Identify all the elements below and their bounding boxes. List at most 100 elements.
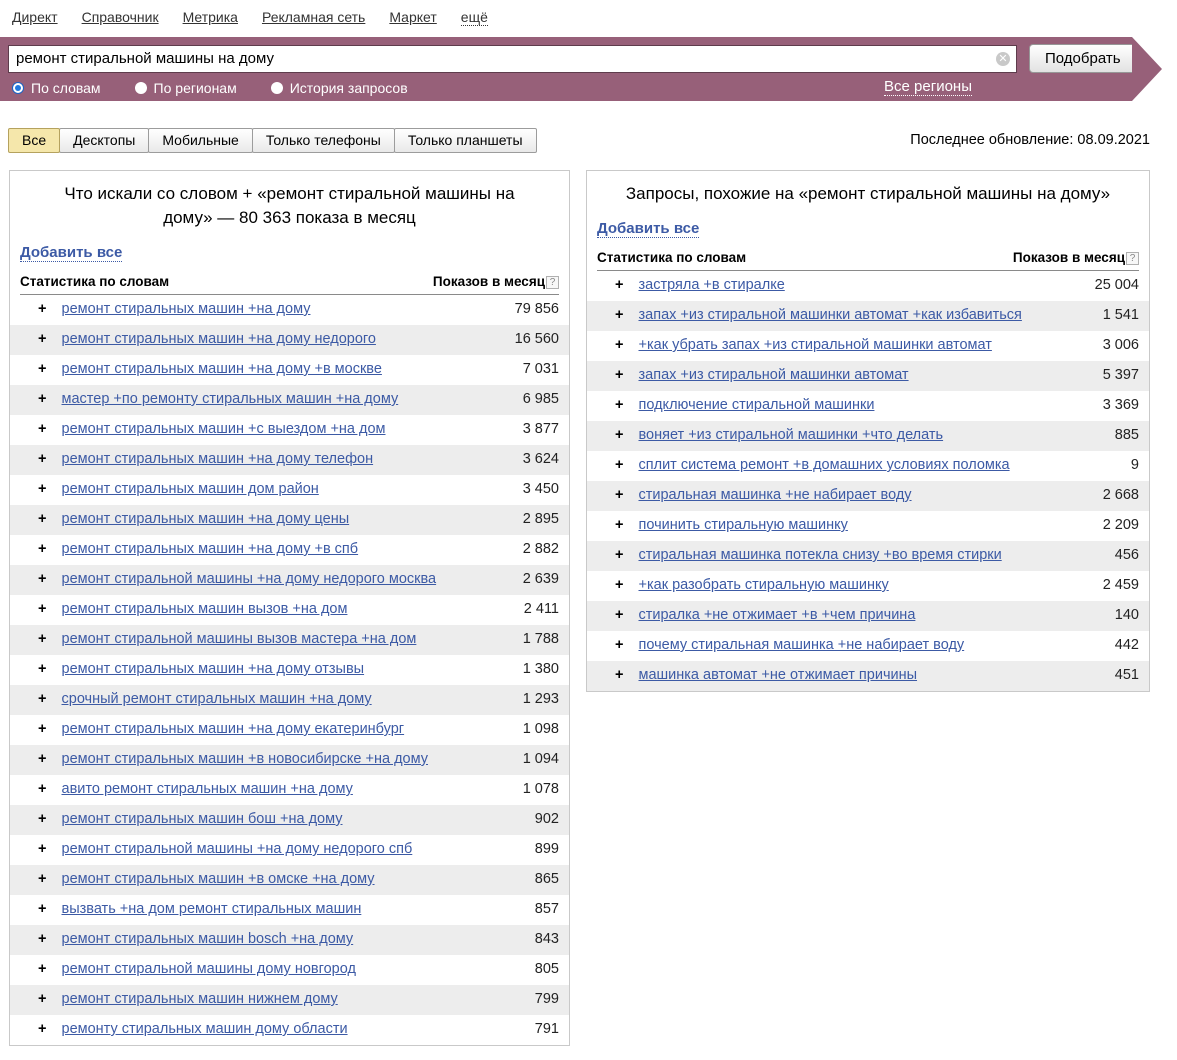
keyword-link[interactable]: починить стиральную машинку (639, 517, 848, 533)
keyword-link[interactable]: ремонт стиральных машин +на дому (62, 301, 311, 317)
add-keyword-button[interactable]: + (615, 367, 623, 383)
mode-by-words[interactable]: По словам (12, 80, 101, 96)
add-keyword-button[interactable]: + (38, 751, 46, 767)
add-keyword-button[interactable]: + (38, 571, 46, 587)
add-keyword-button[interactable]: + (38, 841, 46, 857)
add-keyword-button[interactable]: + (38, 451, 46, 467)
add-keyword-button[interactable]: + (38, 811, 46, 827)
tab-all[interactable]: Все (8, 128, 61, 153)
keyword-link[interactable]: воняет +из стиральной машинки +что делат… (639, 427, 944, 443)
add-keyword-button[interactable]: + (615, 607, 623, 623)
mode-history[interactable]: История запросов (270, 80, 408, 96)
add-keyword-button[interactable]: + (615, 487, 623, 503)
keyword-link[interactable]: запах +из стиральной машинки автомат +ка… (639, 307, 1022, 323)
add-keyword-button[interactable]: + (615, 427, 623, 443)
keyword-link[interactable]: сплит система ремонт +в домашних условия… (639, 457, 1010, 473)
keyword-link[interactable]: ремонт стиральной машины +на дому недоро… (62, 571, 437, 587)
add-keyword-button[interactable]: + (38, 421, 46, 437)
keyword-link[interactable]: ремонт стиральных машин +на дому +в моск… (62, 361, 382, 377)
add-keyword-button[interactable]: + (38, 331, 46, 347)
keyword-link[interactable]: ремонт стиральных машин +на дому недорог… (62, 331, 376, 347)
keyword-link[interactable]: запах +из стиральной машинки автомат (639, 367, 909, 383)
keyword-link[interactable]: ремонт стиральных машин вызов +на дом (62, 601, 348, 617)
submit-button[interactable]: Подобрать (1029, 44, 1137, 73)
radio-icon[interactable] (270, 82, 283, 94)
keyword-link[interactable]: ремонт стиральных машин бош +на дому (62, 811, 343, 827)
add-keyword-button[interactable]: + (38, 781, 46, 797)
add-keyword-button[interactable]: + (615, 547, 623, 563)
add-keyword-button[interactable]: + (38, 1021, 46, 1037)
keyword-link[interactable]: авито ремонт стиральных машин +на дому (62, 781, 353, 797)
nav-link-market[interactable]: Маркет (389, 9, 436, 26)
keyword-link[interactable]: ремонт стиральных машин bosch +на дому (62, 931, 354, 947)
keyword-link[interactable]: ремонт стиральных машин +на дому телефон (62, 451, 374, 467)
keyword-link[interactable]: почему стиральная машинка +не набирает в… (639, 637, 965, 653)
nav-link-ad-network[interactable]: Рекламная сеть (262, 9, 365, 26)
add-keyword-button[interactable]: + (615, 277, 623, 293)
add-keyword-button[interactable]: + (38, 901, 46, 917)
keyword-link[interactable]: ремонт стиральных машин +в новосибирске … (62, 751, 429, 767)
add-keyword-button[interactable]: + (615, 307, 623, 323)
keyword-link[interactable]: ремонт стиральных машин +на дому екатери… (62, 721, 405, 737)
tab-desktops[interactable]: Десктопы (59, 128, 150, 153)
add-keyword-button[interactable]: + (615, 457, 623, 473)
close-icon[interactable]: ✕ (996, 51, 1010, 66)
keyword-link[interactable]: ремонт стиральных машин дом район (62, 481, 319, 497)
radio-icon[interactable] (134, 82, 147, 94)
keyword-link[interactable]: ремонт стиральных машин +с выездом +на д… (62, 421, 386, 437)
add-keyword-button[interactable]: + (38, 931, 46, 947)
keyword-link[interactable]: ремонт стиральной машины дому новгород (62, 961, 356, 977)
add-keyword-button[interactable]: + (615, 397, 623, 413)
add-keyword-button[interactable]: + (38, 391, 46, 407)
nav-link-spravochnik[interactable]: Справочник (82, 9, 159, 26)
add-keyword-button[interactable]: + (615, 337, 623, 353)
add-keyword-button[interactable]: + (38, 301, 46, 317)
tab-mobile[interactable]: Мобильные (148, 128, 253, 153)
help-icon[interactable]: ? (1126, 252, 1139, 265)
nav-link-more[interactable]: ещё (460, 9, 488, 26)
help-icon[interactable]: ? (546, 276, 559, 289)
keyword-link[interactable]: ремонт стиральных машин +на дому отзывы (62, 661, 365, 677)
add-keyword-button[interactable]: + (38, 631, 46, 647)
add-all-link[interactable]: Добавить все (597, 220, 700, 238)
add-keyword-button[interactable]: + (615, 517, 623, 533)
radio-selected-icon[interactable] (12, 82, 24, 94)
add-keyword-button[interactable]: + (615, 637, 623, 653)
add-all-link[interactable]: Добавить все (20, 244, 123, 262)
keyword-link[interactable]: застряла +в стиралке (639, 277, 785, 293)
nav-link-metrika[interactable]: Метрика (183, 9, 238, 26)
keyword-link[interactable]: ремонту стиральных машин дому области (62, 1021, 348, 1037)
add-keyword-button[interactable]: + (38, 691, 46, 707)
keyword-link[interactable]: ремонт стиральной машины вызов мастера +… (62, 631, 417, 647)
keyword-link[interactable]: +как убрать запах +из стиральной машинки… (639, 337, 992, 353)
add-keyword-button[interactable]: + (38, 481, 46, 497)
keyword-link[interactable]: стиралка +не отжимает +в +чем причина (639, 607, 916, 623)
keyword-link[interactable]: мастер +по ремонту стиральных машин +на … (62, 391, 399, 407)
keyword-link[interactable]: стиральная машинка +не набирает воду (639, 487, 912, 503)
keyword-link[interactable]: ремонт стиральных машин +в омске +на дом… (62, 871, 375, 887)
mode-by-regions[interactable]: По регионам (134, 80, 237, 96)
keyword-link[interactable]: подключение стиральной машинки (639, 397, 875, 413)
add-keyword-button[interactable]: + (38, 991, 46, 1007)
keyword-link[interactable]: ремонт стиральных машин +на дому цены (62, 511, 350, 527)
keyword-link[interactable]: вызвать +на дом ремонт стиральных машин (62, 901, 362, 917)
keyword-link[interactable]: ремонт стиральных машин +на дому +в спб (62, 541, 359, 557)
add-keyword-button[interactable]: + (38, 541, 46, 557)
tab-tablets-only[interactable]: Только планшеты (393, 128, 537, 153)
add-keyword-button[interactable]: + (38, 871, 46, 887)
add-keyword-button[interactable]: + (38, 961, 46, 977)
add-keyword-button[interactable]: + (38, 721, 46, 737)
add-keyword-button[interactable]: + (38, 601, 46, 617)
all-regions-link[interactable]: Все регионы (884, 78, 972, 96)
nav-link-direct[interactable]: Директ (12, 9, 58, 26)
add-keyword-button[interactable]: + (38, 661, 46, 677)
keyword-link[interactable]: ремонт стиральных машин нижнем дому (62, 991, 338, 1007)
tab-phones-only[interactable]: Только телефоны (251, 128, 395, 153)
add-keyword-button[interactable]: + (38, 511, 46, 527)
keyword-link[interactable]: машинка автомат +не отжимает причины (639, 667, 918, 683)
keyword-link[interactable]: +как разобрать стиральную машинку (639, 577, 889, 593)
add-keyword-button[interactable]: + (38, 361, 46, 377)
keyword-link[interactable]: стиральная машинка потекла снизу +во вре… (639, 547, 1002, 563)
add-keyword-button[interactable]: + (615, 577, 623, 593)
keyword-link[interactable]: срочный ремонт стиральных машин +на дому (62, 691, 372, 707)
